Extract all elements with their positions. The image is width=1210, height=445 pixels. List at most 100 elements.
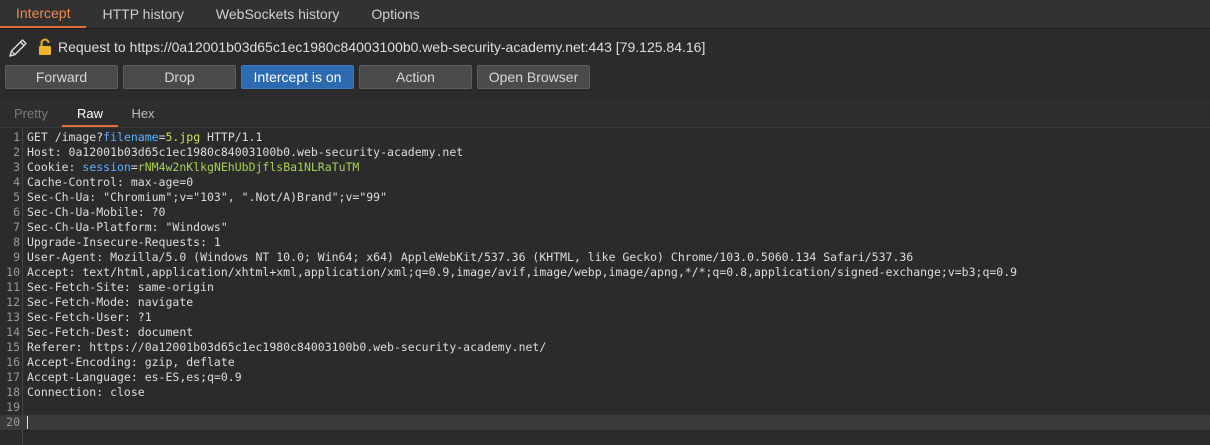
line-content (27, 415, 28, 430)
drop-button[interactable]: Drop (123, 65, 236, 89)
line-content: Cache-Control: max-age=0 (27, 175, 193, 190)
request-target-info: Request to https://0a12001b03d65c1ec1980… (58, 39, 706, 55)
line-number: 4 (13, 175, 20, 189)
line-number: 8 (13, 235, 20, 249)
parameter-name: filename (103, 130, 159, 144)
tool-tab-bar: Intercept HTTP history WebSockets histor… (0, 0, 1210, 29)
line-text: Sec-Fetch-User: ?1 (27, 310, 152, 324)
open-browser-button[interactable]: Open Browser (477, 65, 590, 89)
line-text: HTTP/1.1 (200, 130, 263, 144)
request-line[interactable]: 1 GET /image?filename=5.jpg HTTP/1.1 (0, 130, 1210, 145)
line-text: Host: 0a12001b03d65c1ec1980c84003100b0.w… (27, 145, 464, 159)
request-line[interactable]: 9 User-Agent: Mozilla/5.0 (Windows NT 10.… (0, 250, 1210, 265)
request-line[interactable]: 4 Cache-Control: max-age=0 (0, 175, 1210, 190)
line-number: 3 (13, 160, 20, 174)
line-number: 17 (6, 370, 20, 384)
line-number: 9 (13, 250, 20, 264)
text-caret (27, 416, 28, 429)
line-text: Cache-Control: max-age=0 (27, 175, 194, 189)
request-line[interactable]: 15 Referer: https://0a12001b03d65c1ec1980… (0, 340, 1210, 355)
line-content: Sec-Fetch-Dest: document (27, 325, 193, 340)
line-text: Sec-Ch-Ua: "Chromium";v="103", ".Not/A)B… (27, 190, 388, 204)
request-line[interactable]: 17 Accept-Language: es-ES,es;q=0.9 (0, 370, 1210, 385)
line-number: 12 (6, 295, 20, 309)
line-number: 7 (13, 220, 20, 234)
request-line[interactable]: 12 Sec-Fetch-Mode: navigate (0, 295, 1210, 310)
line-text: Accept-Encoding: gzip, deflate (27, 355, 235, 369)
request-line[interactable]: 8 Upgrade-Insecure-Requests: 1 (0, 235, 1210, 250)
request-line[interactable]: 3 Cookie: session=rNM4w2nKlkgNEhUbDjflsBa… (0, 160, 1210, 175)
line-number: 18 (6, 385, 20, 399)
line-number: 20 (6, 415, 20, 429)
request-line[interactable]: 10 Accept: text/html,application/xhtml+xm… (0, 265, 1210, 280)
request-line[interactable]: 19 (0, 400, 1210, 415)
line-content: Sec-Fetch-Site: same-origin (27, 280, 214, 295)
tab-pretty[interactable]: Pretty (6, 101, 56, 125)
line-text: Upgrade-Insecure-Requests: 1 (27, 235, 221, 249)
line-number: 14 (6, 325, 20, 339)
line-text: Accept-Language: es-ES,es;q=0.9 (27, 370, 242, 384)
line-content: Sec-Fetch-Mode: navigate (27, 295, 193, 310)
line-number: 6 (13, 205, 20, 219)
line-content: Sec-Ch-Ua-Platform: "Windows" (27, 220, 228, 235)
request-editor[interactable]: 1 GET /image?filename=5.jpg HTTP/1.1 2 Host… (0, 127, 1210, 445)
line-content: Accept-Encoding: gzip, deflate (27, 355, 235, 370)
line-text: User-Agent: Mozilla/5.0 (Windows NT 10.0… (27, 250, 914, 264)
tab-intercept[interactable]: Intercept (0, 0, 87, 28)
line-content: Referer: https://0a12001b03d65c1ec1980c8… (27, 340, 546, 355)
line-content: GET /image?filename=5.jpg HTTP/1.1 (27, 130, 262, 145)
request-line[interactable]: 5 Sec-Ch-Ua: "Chromium";v="103", ".Not/A)… (0, 190, 1210, 205)
action-button[interactable]: Action (359, 65, 472, 89)
line-number: 11 (6, 280, 20, 294)
request-line[interactable]: 7 Sec-Ch-Ua-Platform: "Windows" (0, 220, 1210, 235)
line-text: Connection: close (27, 385, 145, 399)
line-content: Accept-Language: es-ES,es;q=0.9 (27, 370, 242, 385)
line-text: Sec-Fetch-Site: same-origin (27, 280, 214, 294)
line-content: Sec-Ch-Ua-Mobile: ?0 (27, 205, 165, 220)
request-line[interactable]: 18 Connection: close (0, 385, 1210, 400)
line-content: Host: 0a12001b03d65c1ec1980c84003100b0.w… (27, 145, 463, 160)
line-text: Referer: https://0a12001b03d65c1ec1980c8… (27, 340, 547, 354)
line-text: Accept: text/html,application/xhtml+xml,… (27, 265, 1018, 279)
request-line[interactable]: 11 Sec-Fetch-Site: same-origin (0, 280, 1210, 295)
line-content: Cookie: session=rNM4w2nKlkgNEhUbDjflsBa1… (27, 160, 359, 175)
line-content: Sec-Fetch-User: ?1 (27, 310, 152, 325)
pencil-icon[interactable] (7, 37, 29, 59)
line-text: Sec-Ch-Ua-Mobile: ?0 (27, 205, 166, 219)
line-text: Sec-Fetch-Dest: document (27, 325, 194, 339)
request-line[interactable]: 14 Sec-Fetch-Dest: document (0, 325, 1210, 340)
request-line[interactable]: 6 Sec-Ch-Ua-Mobile: ?0 (0, 205, 1210, 220)
tab-raw[interactable]: Raw (62, 101, 118, 127)
line-content: Sec-Ch-Ua: "Chromium";v="103", ".Not/A)B… (27, 190, 387, 205)
parameter-name: session (82, 160, 131, 174)
tab-websockets-history[interactable]: WebSockets history (200, 0, 355, 28)
tab-http-history[interactable]: HTTP history (86, 0, 199, 28)
request-line[interactable]: 16 Accept-Encoding: gzip, deflate (0, 355, 1210, 370)
line-text: Sec-Fetch-Mode: navigate (27, 295, 194, 309)
line-content: Accept: text/html,application/xhtml+xml,… (27, 265, 1017, 280)
line-content: Upgrade-Insecure-Requests: 1 (27, 235, 221, 250)
request-line[interactable]: 20 (0, 415, 1210, 430)
line-number: 1 (13, 130, 20, 144)
request-line[interactable]: 2 Host: 0a12001b03d65c1ec1980c84003100b0.… (0, 145, 1210, 160)
line-number: 16 (6, 355, 20, 369)
lock-icon (39, 38, 51, 55)
intercept-toggle-button[interactable]: Intercept is on (241, 65, 354, 89)
parameter-value: rNM4w2nKlkgNEhUbDjflsBa1NLRaTuTM (137, 160, 360, 174)
line-number: 15 (6, 340, 20, 354)
line-text: Cookie: (27, 160, 83, 174)
line-content: Connection: close (27, 385, 145, 400)
line-text: GET /image? (27, 130, 104, 144)
line-text: = (158, 130, 166, 144)
line-number: 5 (13, 190, 20, 204)
line-content: User-Agent: Mozilla/5.0 (Windows NT 10.0… (27, 250, 913, 265)
tab-options[interactable]: Options (355, 0, 435, 28)
line-number: 13 (6, 310, 20, 324)
line-number: 10 (6, 265, 20, 279)
message-view-tabs: Pretty Raw Hex (0, 101, 1210, 127)
forward-button[interactable]: Forward (5, 65, 118, 89)
tab-hex[interactable]: Hex (120, 101, 166, 125)
line-text: = (130, 160, 138, 174)
request-line[interactable]: 13 Sec-Fetch-User: ?1 (0, 310, 1210, 325)
line-text: Sec-Ch-Ua-Platform: "Windows" (27, 220, 228, 234)
